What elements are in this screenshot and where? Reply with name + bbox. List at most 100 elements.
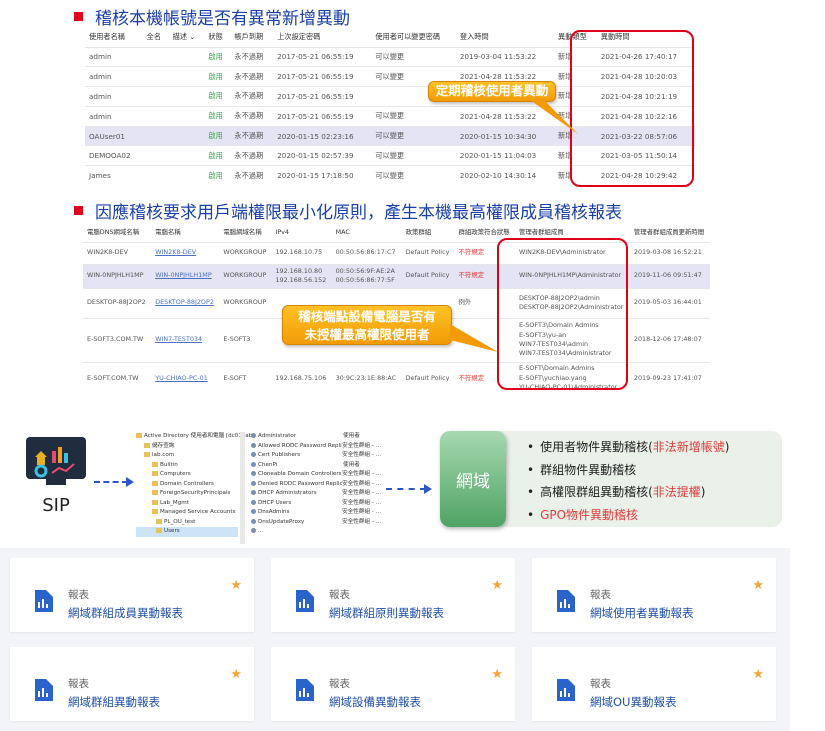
- table-cell: [168, 66, 205, 87]
- cell-line[interactable]: YU-CHIAO-PC-01: [155, 374, 215, 383]
- ad-tree-node[interactable]: Active Directory 使用者和電腦 [dc01.lab.: [136, 432, 254, 442]
- table-cell: [142, 125, 169, 146]
- report-card[interactable]: 報表網域OU異動報表 ★: [532, 647, 776, 721]
- table-cell: admin: [85, 105, 143, 127]
- ad-list-item[interactable]: ...: [251, 527, 381, 537]
- cell-line[interactable]: WIN7-TEST034: [155, 335, 215, 344]
- cell-line: E-SOFT3.COM.TW: [87, 335, 144, 344]
- column-header[interactable]: 電腦名稱: [151, 222, 219, 242]
- ad-object-type: 安全性群組 - ...: [342, 471, 381, 477]
- ad-tree-node[interactable]: PL_OU_test: [136, 518, 238, 528]
- ad-list-item[interactable]: Denied RODC Password Replication G...安全性…: [251, 480, 381, 490]
- table-cell: 192.168.75.106: [271, 361, 332, 394]
- cell-line: 2019-05-03 16:44:01: [633, 298, 702, 307]
- ad-object-label: Allowed RODC Password Replication ...: [258, 442, 342, 449]
- report-category: 報表: [590, 589, 611, 601]
- report-title[interactable]: 網域OU異動報表: [590, 694, 676, 710]
- report-title[interactable]: 網域使用者異動報表: [590, 605, 694, 621]
- table-cell: WORKGROUP: [219, 287, 272, 318]
- favorite-star-icon[interactable]: ★: [752, 667, 764, 682]
- column-header[interactable]: 使用者名稱: [85, 27, 143, 47]
- favorite-star-icon[interactable]: ★: [752, 578, 764, 593]
- ad-list-item[interactable]: DHCP Administrators 安全性群組 - ...: [251, 489, 381, 499]
- report-card[interactable]: 報表 網域群組異動報表 ★: [10, 647, 254, 721]
- report-card[interactable]: 報表 網域設備異動報表 ★: [271, 647, 515, 721]
- report-card[interactable]: 報表 網域群組成員異動報表 ★: [10, 558, 254, 632]
- column-header[interactable]: 政策群組: [402, 222, 455, 242]
- column-header[interactable]: MAC: [332, 222, 402, 242]
- table-cell: [142, 66, 169, 87]
- table-cell: 永不過期: [230, 145, 274, 166]
- report-title[interactable]: 網域群組異動報表: [68, 694, 160, 710]
- ad-scrollbar[interactable]: [240, 432, 245, 544]
- cell-line: 00:50:56:86:77:5F: [335, 276, 395, 284]
- ad-object-list: Administrator 使用者 Allowed RODC Password Re…: [251, 432, 381, 537]
- column-header[interactable]: 帳戶到期: [230, 27, 273, 47]
- ad-tree-node[interactable]: Computers: [136, 470, 238, 480]
- cell-line[interactable]: WIN-0NPJHLH1MP: [155, 271, 215, 280]
- ad-tree-node[interactable]: Lab_Mgmt: [136, 499, 238, 509]
- folder-icon: [136, 433, 142, 438]
- column-header[interactable]: 使用者可以變更密碼: [371, 27, 456, 47]
- ad-object-label: Denied RODC Password Replication G...: [258, 480, 343, 487]
- cell-line: WIN-0NPJHLH1MP: [87, 271, 144, 280]
- report-title[interactable]: 網域群組原則異動報表: [329, 605, 444, 621]
- column-header[interactable]: 電腦DNS網域名稱: [83, 222, 151, 242]
- ad-object-label: Cloneable Domain Controllers: [258, 471, 342, 477]
- ad-list-item[interactable]: ChenPi 使用者: [251, 461, 381, 471]
- ad-list-item[interactable]: Allowed RODC Password Replication ...安全性…: [251, 442, 381, 452]
- favorite-star-icon[interactable]: ★: [230, 667, 242, 682]
- report-title[interactable]: 網域設備異動報表: [329, 694, 421, 710]
- column-header[interactable]: 狀態: [204, 27, 230, 47]
- ad-tree-node[interactable]: Domain Controllers: [136, 480, 238, 490]
- ad-tree-label: Domain Controllers: [160, 480, 214, 487]
- report-card[interactable]: 報表網域群組原則異動報表 ★: [271, 558, 515, 632]
- ad-object-type: 安全性群組 - ...: [342, 442, 381, 449]
- report-category: 報表: [590, 678, 611, 690]
- table-cell: 啟用: [204, 66, 231, 87]
- favorite-star-icon[interactable]: ★: [491, 667, 503, 682]
- favorite-star-icon[interactable]: ★: [230, 578, 242, 593]
- ad-list-item[interactable]: DHCP Users 安全性群組 - ...: [251, 499, 381, 509]
- column-header[interactable]: 管理者群組成員更新時間: [630, 222, 710, 242]
- report-card[interactable]: 報表網域使用者異動報表 ★: [532, 558, 776, 632]
- report-chart-icon: [33, 590, 53, 612]
- cell-line: WORKGROUP: [223, 248, 267, 257]
- ad-list-item[interactable]: Cloneable Domain Controllers 安全性群組 - ...: [251, 470, 381, 480]
- cell-line[interactable]: DESKTOP-88J2OP2: [155, 298, 215, 307]
- ad-list-item[interactable]: Administrator 使用者: [251, 432, 381, 442]
- ad-tree-node[interactable]: 儲存查詢: [136, 442, 238, 452]
- ad-tree-node[interactable]: Managed Service Accounts: [136, 508, 238, 518]
- cell-line: E-SOFT3: [223, 335, 251, 344]
- ad-object-name: Administrator: [251, 432, 343, 442]
- report-title[interactable]: 網域群組成員異動報表: [68, 605, 183, 621]
- table-cell: 2020-01-15 11:04:03: [455, 145, 555, 166]
- cell-line: 192.168.10.75: [275, 248, 323, 257]
- ad-tree-node[interactable]: ForeignSecurityPrincipals: [136, 489, 238, 499]
- ad-tree-node[interactable]: Builtin: [136, 461, 238, 471]
- favorite-star-icon[interactable]: ★: [491, 578, 503, 593]
- ad-tree-node[interactable]: Users: [136, 527, 238, 537]
- ad-object-name: DHCP Administrators: [251, 489, 342, 499]
- column-header[interactable]: 描述 ⌄: [169, 27, 205, 47]
- section-heading-1: 稽核本機帳號是否有異常新增異動: [74, 4, 350, 29]
- table-cell: 2017-05-21 06:55:19: [273, 86, 372, 107]
- cell-line[interactable]: WIN2K8-DEV: [155, 248, 215, 257]
- ad-list-item[interactable]: DnsAdmins 安全性群組 - ...: [251, 508, 381, 518]
- ad-list-item[interactable]: DnsUpdateProxy 安全性群組 - ...: [251, 518, 381, 528]
- folder-icon: [156, 518, 162, 524]
- table-cell: DESKTOP-88J2OP2: [151, 287, 220, 318]
- report-category: 報表: [329, 589, 350, 601]
- cell-line: 2019-03-08 16:52:21: [633, 248, 702, 257]
- ad-tree-node[interactable]: lab.com: [136, 451, 238, 461]
- column-header[interactable]: 登入時間: [456, 27, 554, 47]
- audit-bullet: 使用者物件異動稽核(非法新增帳號): [527, 436, 729, 459]
- table-cell: WIN-0NPJHLH1MP: [83, 263, 152, 288]
- table-cell: admin: [85, 66, 143, 87]
- column-header[interactable]: IPv4: [271, 222, 331, 242]
- ad-list-item[interactable]: Cert Publishers 安全性群組 - ...: [251, 451, 381, 461]
- column-header[interactable]: 電腦網域名稱: [219, 222, 271, 242]
- table-cell: [142, 165, 169, 186]
- column-header[interactable]: 全名: [143, 27, 169, 47]
- column-header[interactable]: 上次設定密碼: [273, 27, 371, 47]
